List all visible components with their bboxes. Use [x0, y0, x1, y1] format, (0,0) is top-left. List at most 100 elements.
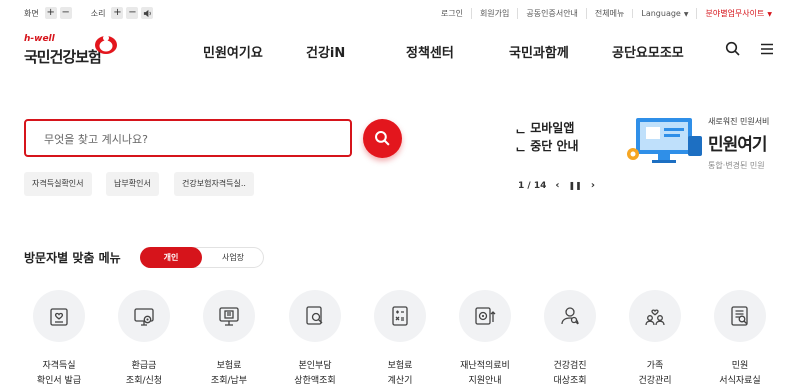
- family-heart-icon: [645, 309, 665, 326]
- nav-item-health-in[interactable]: 건강iN: [306, 42, 345, 61]
- hamburger-menu-icon[interactable]: [759, 41, 775, 57]
- checkup-person-icon: [561, 307, 579, 325]
- quick-chip-insurance-qualification[interactable]: 건강보험자격득실..: [174, 172, 254, 196]
- search-icon: [375, 131, 390, 146]
- screen-zoom-in-button[interactable]: +: [44, 7, 57, 19]
- logo-tagline: h-well: [24, 34, 55, 44]
- screen-zoom-label: 화면: [24, 8, 39, 18]
- menu-item-premium-calculator[interactable]: 보험료 계산기: [365, 290, 435, 390]
- search-button[interactable]: [363, 119, 402, 158]
- volume-up-button[interactable]: +: [111, 7, 124, 19]
- tab-business[interactable]: 사업장: [203, 248, 263, 267]
- menu-item-family-health[interactable]: 가족 건강관리: [620, 290, 690, 390]
- menu-item-premium-payment[interactable]: 보험료 조회/납부: [194, 290, 264, 390]
- menu-icon-circle: [203, 290, 255, 342]
- menu-label-line2: 계산기: [387, 376, 413, 386]
- menu-label-line2: 상한액조회: [294, 376, 336, 386]
- volume-down-button[interactable]: −: [126, 7, 139, 19]
- language-label: Language: [641, 9, 681, 18]
- accessibility-controls: 화면 + − 소리 + −: [24, 7, 172, 19]
- certificate-guide-link[interactable]: 공동인증서안내: [517, 8, 586, 19]
- banner-pause-button[interactable]: ❚❚: [568, 181, 581, 190]
- utility-links: 로그인 회원가입 공동인증서안내 전체메뉴 Language ▼ 분야별업무사이트…: [433, 8, 780, 19]
- menu-label-line1: 보험료: [387, 361, 413, 371]
- quick-chip-payment[interactable]: 납부확인서: [106, 172, 159, 196]
- banner-headline-1[interactable]: ᆫ 모바일앱: [515, 119, 574, 136]
- speaker-icon[interactable]: [141, 7, 154, 19]
- menu-icon-circle: [289, 290, 341, 342]
- section-title: 방문자별 맞춤 메뉴: [24, 251, 121, 265]
- menu-item-catastrophic-medical-support[interactable]: 재난적의료비 지원안내: [450, 290, 520, 390]
- menu-label-line1: 가족: [646, 361, 664, 371]
- sound-group: 소리 + −: [91, 7, 157, 19]
- monitor-refund-icon: [134, 308, 154, 326]
- menu-label-line1: 자격득실: [42, 361, 76, 371]
- banner-image-caption: 새로워진 민원서비: [708, 117, 770, 126]
- menu-item-form-library[interactable]: 민원 서식자료실: [705, 290, 775, 390]
- nav-item-with-citizens[interactable]: 국민과함께: [509, 42, 569, 61]
- menu-item-health-checkup[interactable]: 건강검진 대상조회: [535, 290, 605, 390]
- bill-screen-icon: [219, 307, 239, 326]
- search-icon[interactable]: [725, 41, 741, 57]
- banner-image[interactable]: 새로워진 민원서비 민원여기 통합·변경된 민원: [624, 112, 800, 176]
- menu-icon-circle: [459, 290, 511, 342]
- menu-label-line2: 서식자료실: [719, 376, 761, 386]
- branch-site-label: 분야별업무사이트: [705, 9, 765, 18]
- login-link[interactable]: 로그인: [433, 8, 471, 19]
- banner-image-title: 민원여기: [708, 135, 768, 155]
- quick-chip-qualification[interactable]: 자격득실확인서: [24, 172, 92, 196]
- screen-zoom-out-button[interactable]: −: [59, 7, 72, 19]
- menu-label-line2: 지원안내: [468, 376, 502, 386]
- menu-label-line1: 본인부담: [298, 361, 332, 371]
- banner-next-button[interactable]: ›: [591, 180, 595, 191]
- menu-label-line1: 민원: [731, 361, 749, 371]
- menu-item-copayment-ceiling[interactable]: 본인부담 상한액조회: [280, 290, 350, 390]
- menu-item-refund[interactable]: 환급금 조회/신청: [109, 290, 179, 390]
- menu-label-line1: 환급금: [131, 361, 157, 371]
- sound-label: 소리: [90, 8, 106, 18]
- nav-item-about-corp[interactable]: 공단요모조모: [612, 42, 684, 61]
- menu-item-qualification-certificate[interactable]: 자격득실 확인서 발급: [24, 290, 94, 390]
- banner-page-indicator: 1 / 14: [518, 180, 547, 191]
- menu-label-line2: 확인서 발급: [36, 376, 82, 386]
- nav-item-policy-center[interactable]: 정책센터: [406, 42, 454, 61]
- certificate-heart-icon: [50, 308, 68, 326]
- site-logo[interactable]: h-well 국민건강보험: [24, 34, 124, 68]
- search-placeholder: 무엇을 찾고 계시나요?: [44, 133, 148, 146]
- logo-name: 국민건강보험: [24, 48, 102, 66]
- language-select[interactable]: Language ▼: [632, 9, 696, 18]
- form-library-icon: [731, 306, 748, 326]
- menu-icon-circle: [374, 290, 426, 342]
- menu-label-line2: 조회/납부: [210, 376, 248, 386]
- utility-bar: 화면 + − 소리 + − 로그인 회원가입 공동인증서안내 전체메뉴 Lang…: [0, 0, 800, 28]
- visitor-type-toggle: 개인 사업장: [140, 247, 264, 268]
- signup-link[interactable]: 회원가입: [470, 8, 517, 19]
- screen-zoom-group: 화면 + −: [24, 7, 75, 19]
- banner-prev-button[interactable]: ‹: [555, 180, 559, 191]
- logo-mark-icon: [95, 35, 117, 54]
- menu-icon-circle: [544, 290, 596, 342]
- menu-label-line2: 조회/신청: [125, 376, 163, 386]
- calculator-icon: [392, 306, 408, 326]
- branch-site-select[interactable]: 분야별업무사이트 ▼: [696, 8, 780, 19]
- menu-label-line2: 건강관리: [638, 376, 672, 386]
- nav-item-civil-service[interactable]: 민원여기요: [203, 42, 263, 61]
- full-menu-link[interactable]: 전체메뉴: [585, 8, 632, 19]
- caret-down-icon: ▼: [683, 11, 689, 18]
- medical-support-icon: [475, 307, 496, 325]
- menu-label-line1: 재난적의료비: [460, 361, 510, 371]
- menu-label-line1: 보험료: [216, 361, 242, 371]
- document-search-icon: [306, 306, 323, 325]
- menu-icon-circle: [33, 290, 85, 342]
- menu-icon-circle: [118, 290, 170, 342]
- caret-down-icon: ▼: [767, 11, 772, 18]
- menu-label-line1: 건강검진: [553, 361, 587, 371]
- banner-headline-2[interactable]: ᆫ 중단 안내: [515, 137, 579, 154]
- monitor-illustration-icon: [627, 118, 702, 163]
- banner-pager: 1 / 14 ‹ ❚❚ ›: [518, 180, 595, 191]
- menu-label-line2: 대상조회: [553, 376, 587, 386]
- search-input[interactable]: 무엇을 찾고 계시나요?: [24, 119, 352, 157]
- tab-personal[interactable]: 개인: [140, 247, 202, 268]
- banner-image-subcaption: 통합·변경된 민원: [708, 161, 765, 170]
- menu-icon-circle: [629, 290, 681, 342]
